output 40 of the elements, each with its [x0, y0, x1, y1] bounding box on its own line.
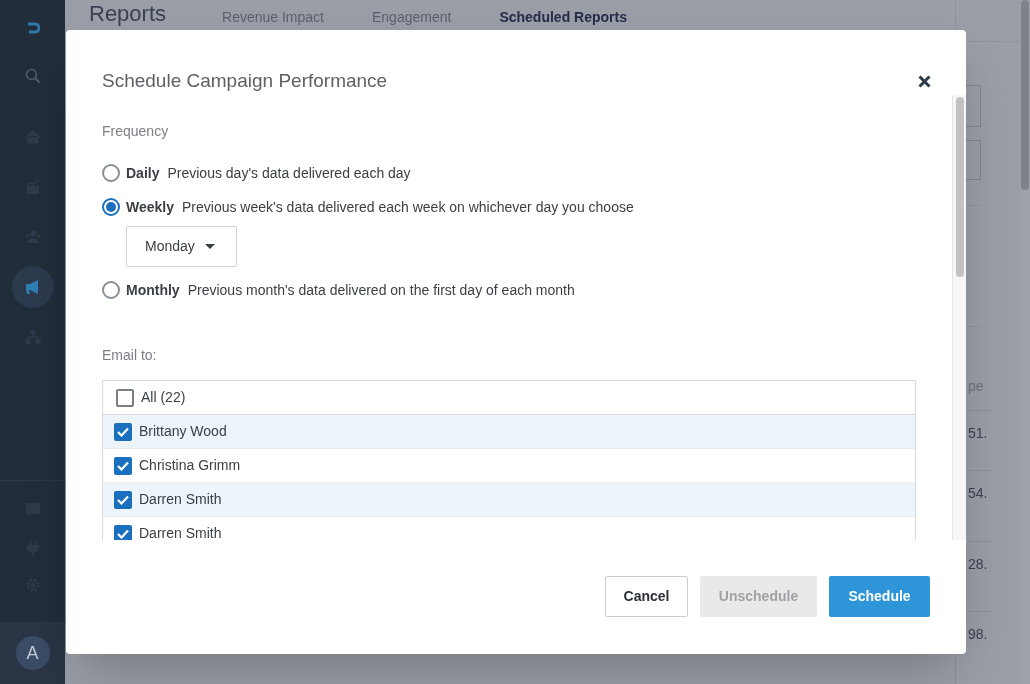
- checkbox[interactable]: [116, 388, 134, 407]
- option-name: Daily: [126, 163, 160, 183]
- checkbox[interactable]: [114, 524, 132, 540]
- dialog-button[interactable]: Cancel: [605, 576, 688, 617]
- megaphone-icon[interactable]: [24, 279, 41, 295]
- dialog-title: Schedule Campaign Performance: [102, 69, 388, 94]
- logo-icon[interactable]: [25, 22, 40, 34]
- table-cell: 98.: [968, 611, 992, 645]
- option-name: Monthly: [126, 280, 180, 300]
- dialog-button[interactable]: Schedule: [829, 576, 930, 617]
- email-label: Email to:: [102, 346, 158, 365]
- checkbox[interactable]: [114, 456, 132, 475]
- scrollbar-thumb[interactable]: [955, 97, 964, 277]
- option-description: Previous week's data delivered each week on whichever day you choose: [182, 197, 634, 217]
- table-cell: 54.: [968, 470, 992, 504]
- recipient-name: Darren Smith: [139, 524, 222, 540]
- checkbox[interactable]: [114, 490, 132, 509]
- close-icon[interactable]: [918, 75, 931, 88]
- radio-button[interactable]: [102, 281, 120, 299]
- radio-button[interactable]: [102, 164, 120, 182]
- recipient-name: Darren Smith: [139, 490, 222, 509]
- checkbox-label: All (22): [141, 388, 186, 407]
- scrollbar-thumb[interactable]: [1021, 0, 1029, 190]
- day-dropdown[interactable]: Monday: [126, 226, 237, 267]
- caret-icon[interactable]: [204, 243, 215, 250]
- option-description: Previous month's data delivered on the first day of each month: [187, 280, 575, 300]
- frequency-label: Frequency: [102, 122, 170, 141]
- option-name: Weekly: [126, 197, 174, 217]
- table-cell: 51.: [968, 410, 992, 444]
- recipient-name: Christina Grimm: [139, 456, 241, 475]
- dialog-button: Unschedule: [700, 576, 817, 617]
- page-title: Reports: [89, 3, 167, 25]
- avatar[interactable]: A: [15, 636, 50, 670]
- table-cell: 28.: [968, 541, 992, 575]
- search-icon[interactable]: [24, 68, 41, 84]
- option-description: Previous day's data delivered each day: [167, 163, 411, 183]
- radio-button[interactable]: [102, 198, 120, 216]
- tab[interactable]: Scheduled Reports: [499, 7, 627, 28]
- recipient-name: Brittany Wood: [139, 422, 227, 441]
- checkbox[interactable]: [114, 422, 132, 441]
